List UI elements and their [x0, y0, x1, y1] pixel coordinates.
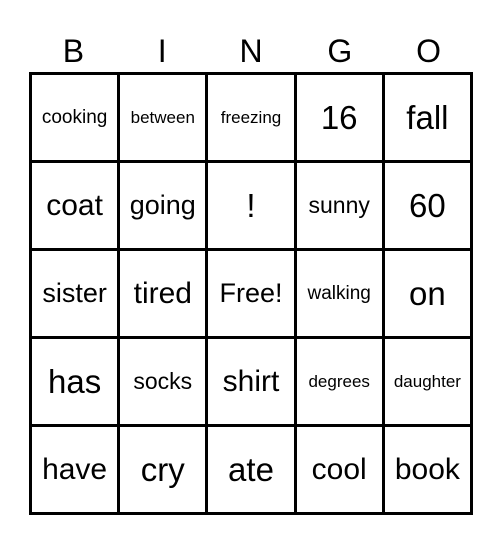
- bingo-cell[interactable]: 16: [296, 75, 385, 163]
- bingo-cell[interactable]: have: [32, 427, 121, 515]
- bingo-cell[interactable]: daughter: [384, 339, 473, 427]
- bingo-cell[interactable]: sister: [32, 251, 121, 339]
- bingo-cell[interactable]: 60: [384, 163, 473, 251]
- bingo-cell[interactable]: walking: [296, 251, 385, 339]
- bingo-cell[interactable]: freezing: [208, 75, 297, 163]
- bingo-cell[interactable]: cooking: [32, 75, 121, 163]
- bingo-cell[interactable]: on: [384, 251, 473, 339]
- bingo-cell[interactable]: has: [32, 339, 121, 427]
- header-letter-b: B: [62, 33, 85, 69]
- bingo-cell[interactable]: going: [120, 163, 209, 251]
- bingo-cell[interactable]: coat: [32, 163, 121, 251]
- bingo-cell[interactable]: !: [208, 163, 297, 251]
- bingo-grid: cooking between freezing 16 fall coat go…: [29, 72, 473, 515]
- bingo-cell[interactable]: cry: [120, 427, 209, 515]
- free-space-cell[interactable]: Free!: [208, 251, 297, 339]
- header-letter-g: G: [327, 33, 353, 69]
- bingo-cell[interactable]: ate: [208, 427, 297, 515]
- header-letter-o: O: [416, 33, 442, 69]
- bingo-cell[interactable]: between: [120, 75, 209, 163]
- bingo-cell[interactable]: sunny: [296, 163, 385, 251]
- bingo-cell[interactable]: book: [384, 427, 473, 515]
- bingo-cell[interactable]: degrees: [296, 339, 385, 427]
- bingo-cell[interactable]: tired: [120, 251, 209, 339]
- bingo-cell[interactable]: shirt: [208, 339, 297, 427]
- header-letter-i: I: [157, 33, 167, 69]
- bingo-cell[interactable]: cool: [296, 427, 385, 515]
- bingo-cell[interactable]: fall: [384, 75, 473, 163]
- header-letter-n: N: [239, 33, 263, 69]
- bingo-cell[interactable]: socks: [120, 339, 209, 427]
- bingo-header: B I N G O: [29, 30, 473, 72]
